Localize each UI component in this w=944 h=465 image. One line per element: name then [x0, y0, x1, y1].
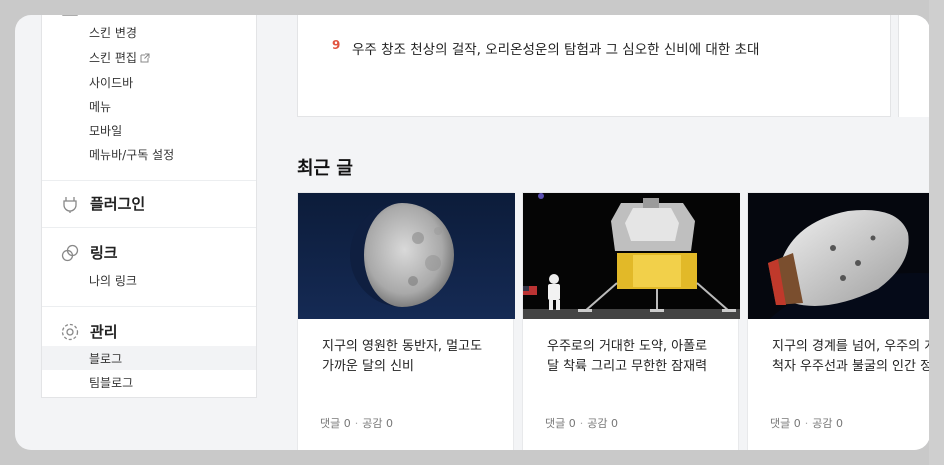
section-title: 링크	[90, 244, 118, 262]
sidebar-item-sidebar[interactable]: 사이드바	[89, 74, 133, 91]
post-card[interactable]: 지구의 경계를 넘어, 우주의 개척자 우주선과 불굴의 인간 정신 댓글 0 ·…	[747, 192, 930, 450]
post-title: 우주 창조 천상의 걸작, 오리온성운의 탐험과 그 심오한 신비에 대한 초대	[352, 42, 760, 58]
comment-count: 댓글 0	[770, 417, 801, 430]
sidebar-section-link[interactable]: 링크	[60, 242, 118, 263]
active-item-highlight	[42, 346, 256, 370]
sidebar-item-team-blog[interactable]: 팀블로그	[89, 374, 133, 391]
spacecraft-image	[748, 193, 930, 319]
divider	[42, 180, 256, 181]
sidebar-section-manage[interactable]: 관리	[60, 321, 118, 342]
gear-icon	[61, 323, 79, 340]
sidebar-item-mobile[interactable]: 모바일	[89, 122, 122, 139]
section-title: 관리	[90, 323, 118, 341]
admin-panel: 스킨 변경 스킨 편집 사이드바 메뉴 모바일 메뉴바/구독 설정 플러그인 링…	[15, 15, 930, 450]
lunar-module-image	[523, 193, 740, 319]
separator-dot: ·	[354, 417, 359, 430]
separator-dot: ·	[804, 417, 809, 430]
sidebar-item-menubar-subscribe[interactable]: 메뉴바/구독 설정	[89, 146, 174, 163]
post-card[interactable]: 우주로의 거대한 도약, 아폴로 달 착륙 그리고 무한한 잠재력 댓글 0 · 공…	[522, 192, 740, 450]
post-thumbnail[interactable]	[748, 193, 930, 319]
divider	[42, 306, 256, 307]
divider	[42, 227, 256, 228]
sidebar-skin-section	[60, 15, 80, 20]
sidebar: 스킨 변경 스킨 편집 사이드바 메뉴 모바일 메뉴바/구독 설정 플러그인 링…	[41, 15, 257, 398]
link-icon	[61, 244, 79, 261]
rank-number: 9	[332, 38, 341, 52]
sidebar-item-label: 스킨 편집	[89, 51, 137, 65]
post-meta: 댓글 0 · 공감 0	[320, 415, 393, 431]
separator-dot: ·	[579, 417, 584, 430]
section-title: 플러그인	[90, 195, 146, 213]
comment-count: 댓글 0	[320, 417, 351, 430]
sidebar-section-plugin[interactable]: 플러그인	[60, 193, 145, 214]
post-thumbnail[interactable]	[523, 193, 740, 319]
post-card[interactable]: 지구의 영원한 동반자, 멀고도 가까운 달의 신비 댓글 0 · 공감 0	[297, 192, 515, 450]
skin-icon	[62, 15, 78, 16]
sidebar-item-blog[interactable]: 블로그	[89, 350, 122, 367]
sidebar-item-menu[interactable]: 메뉴	[89, 98, 111, 115]
window-edge	[929, 0, 944, 465]
post-thumbnail[interactable]	[298, 193, 515, 319]
post-meta: 댓글 0 · 공감 0	[770, 415, 843, 431]
like-count: 공감 0	[587, 417, 618, 430]
like-count: 공감 0	[812, 417, 843, 430]
popular-post-item[interactable]: 9 우주 창조 천상의 걸작, 오리온성운의 탐험과 그 심오한 신비에 대한 …	[332, 38, 759, 58]
moon-image	[298, 193, 515, 319]
popular-box-adjacent	[898, 15, 930, 117]
comment-count: 댓글 0	[545, 417, 576, 430]
external-link-icon	[140, 52, 150, 66]
sidebar-item-skin-change[interactable]: 스킨 변경	[89, 24, 137, 41]
post-title: 지구의 경계를 넘어, 우주의 개척자 우주선과 불굴의 인간 정신	[772, 339, 930, 374]
post-meta: 댓글 0 · 공감 0	[545, 415, 618, 431]
like-count: 공감 0	[362, 417, 393, 430]
sidebar-item-skin-edit[interactable]: 스킨 편집	[89, 49, 150, 66]
post-title: 지구의 영원한 동반자, 멀고도 가까운 달의 신비	[322, 339, 483, 374]
plug-icon	[63, 196, 77, 213]
recent-posts-heading: 최근 글	[297, 158, 353, 179]
sidebar-item-my-link[interactable]: 나의 링크	[89, 272, 137, 289]
popular-posts-box: 9 우주 창조 천상의 걸작, 오리온성운의 탐험과 그 심오한 신비에 대한 …	[297, 15, 891, 117]
post-title: 우주로의 거대한 도약, 아폴로 달 착륙 그리고 무한한 잠재력	[547, 339, 708, 374]
